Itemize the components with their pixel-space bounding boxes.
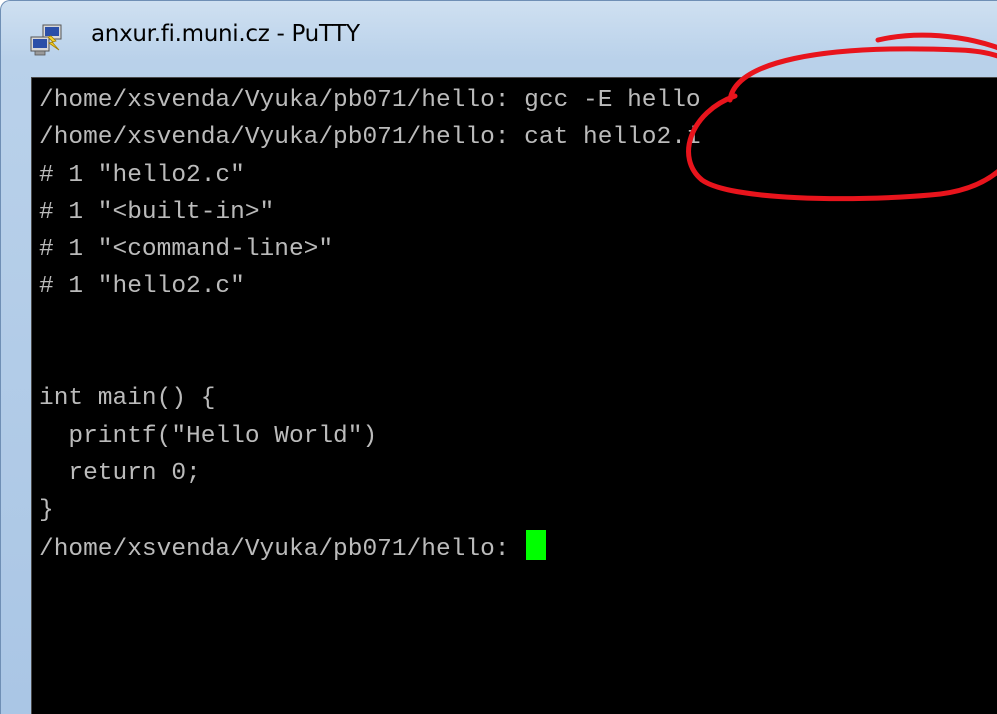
terminal-output: /home/xsvenda/Vyuka/pb071/hello: gcc -E … — [39, 82, 701, 567]
putty-window: anxur.fi.muni.cz - PuTTY /home/xsvenda/V… — [0, 0, 997, 714]
terminal-line-text: int main() { — [39, 385, 216, 413]
terminal-cursor — [526, 529, 547, 560]
terminal-line-text: # 1 "hello2.c" — [39, 161, 245, 189]
putty-icon[interactable] — [29, 23, 65, 57]
terminal-line: int main() { — [39, 380, 701, 417]
terminal-line: # 1 "hello2.c" — [39, 157, 701, 194]
terminal-line: # 1 "<command-line>" — [39, 231, 701, 268]
terminal-line: /home/xsvenda/Vyuka/pb071/hello: cat hel… — [39, 119, 701, 156]
terminal-line: printf("Hello World") — [39, 418, 701, 455]
terminal-line-text: # 1 "<built-in>" — [39, 198, 275, 226]
terminal-line: /home/xsvenda/Vyuka/pb071/hello: — [39, 529, 701, 567]
terminal-line-text: # 1 "hello2.c" — [39, 273, 245, 301]
terminal-line: # 1 "<built-in>" — [39, 194, 701, 231]
terminal-line-text: /home/xsvenda/Vyuka/pb071/hello: gcc -E … — [39, 87, 701, 114]
terminal-line-text: /home/xsvenda/Vyuka/pb071/hello: — [39, 535, 525, 563]
terminal-line: # 1 "hello2.c" — [39, 268, 701, 305]
window-title: anxur.fi.muni.cz - PuTTY — [91, 21, 360, 47]
terminal-line-text: return 0; — [39, 459, 201, 487]
terminal-screen[interactable]: /home/xsvenda/Vyuka/pb071/hello: gcc -E … — [31, 77, 997, 714]
terminal-line: return 0; — [39, 455, 701, 492]
terminal-line: } — [39, 492, 701, 529]
terminal-line-text: } — [39, 497, 54, 525]
terminal-line-text: # 1 "<command-line>" — [39, 236, 334, 264]
terminal-line: /home/xsvenda/Vyuka/pb071/hello: gcc -E … — [39, 82, 701, 119]
terminal-line-text: /home/xsvenda/Vyuka/pb071/hello: cat hel… — [39, 124, 701, 152]
title-bar[interactable]: anxur.fi.muni.cz - PuTTY — [1, 1, 997, 77]
terminal-line-text: printf("Hello World") — [39, 422, 378, 450]
